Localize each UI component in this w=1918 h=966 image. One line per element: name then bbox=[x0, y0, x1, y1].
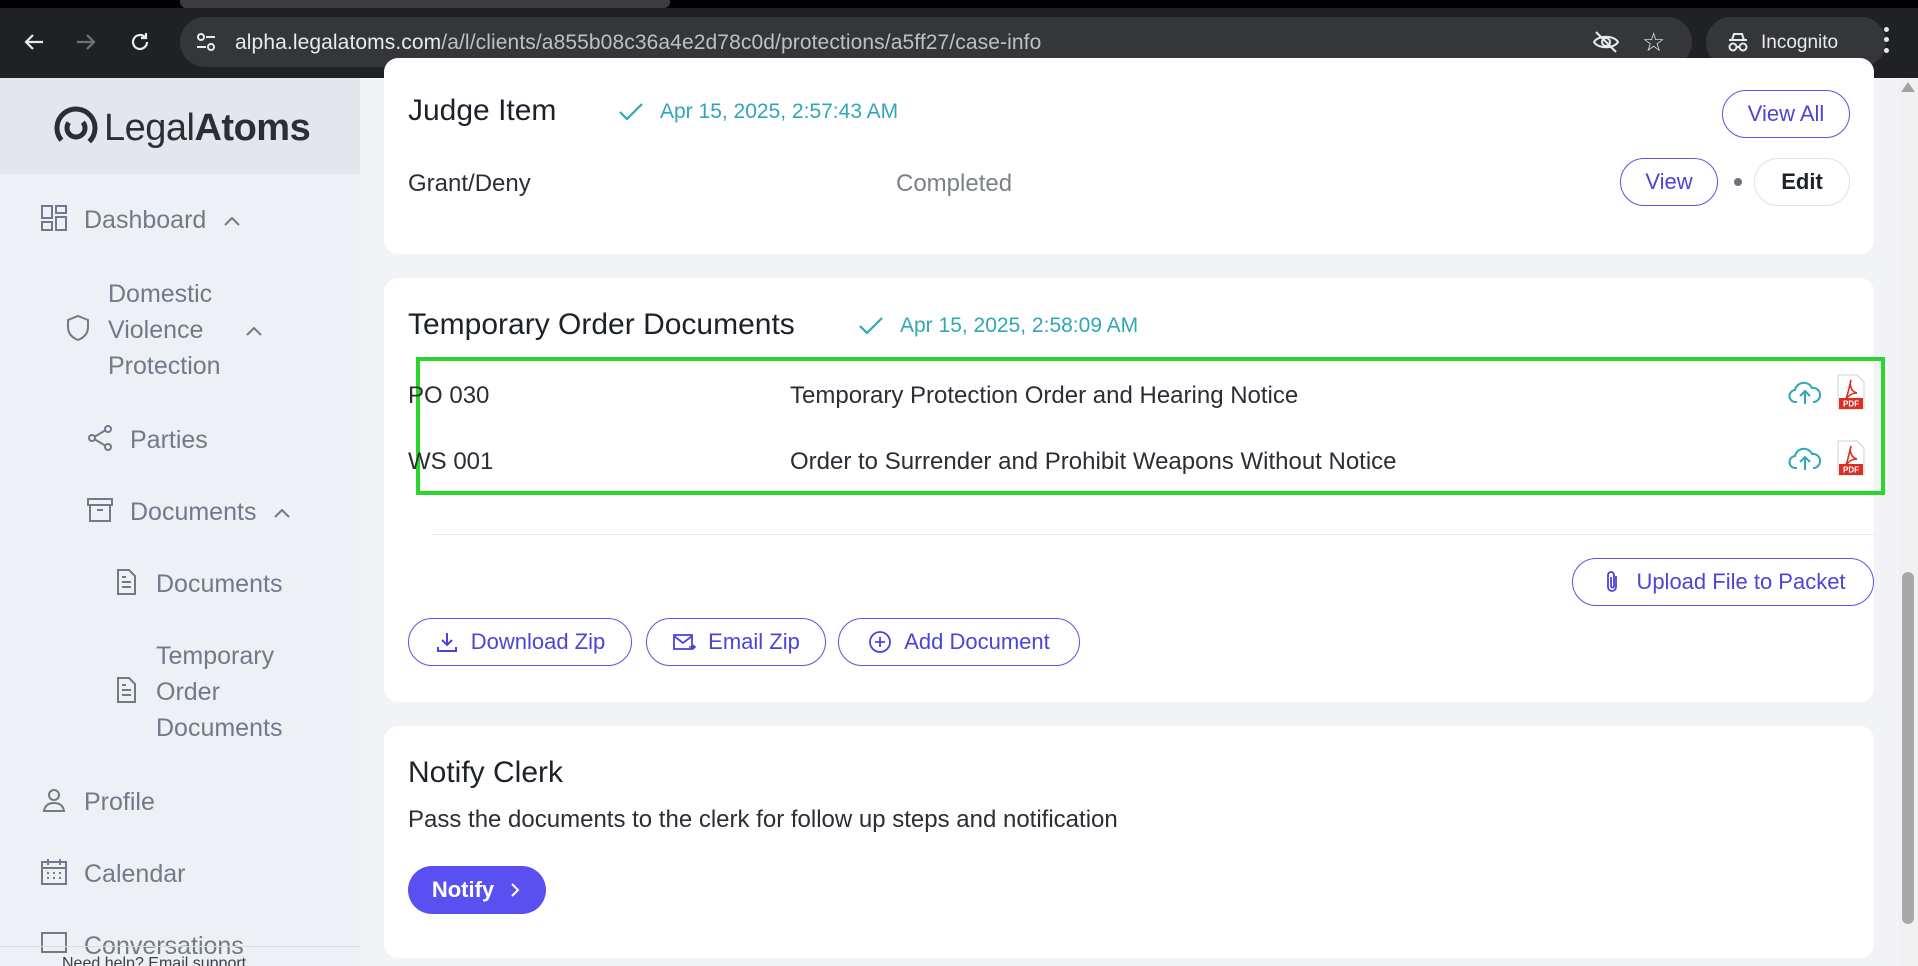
url-path: /a/l/clients/a855b08c36a4e2d78c0d/protec… bbox=[441, 31, 1042, 54]
pdf-badge: PDF bbox=[1843, 400, 1859, 409]
sidebar-item-label: Dashboard bbox=[84, 206, 207, 234]
logo-area: LegalAtoms bbox=[0, 78, 360, 174]
sidebar-item-temporary-order-documents[interactable]: Temporary Order Documents bbox=[112, 638, 296, 746]
pdf-icon[interactable]: PDF bbox=[1836, 440, 1866, 476]
document-actions: PDF bbox=[1788, 374, 1866, 410]
upload-file-to-packet-button[interactable]: Upload File to Packet bbox=[1572, 558, 1874, 606]
sidebar-item-label: Domestic Violence Protection bbox=[108, 280, 221, 380]
sidebar-item-documents[interactable]: Documents bbox=[86, 494, 292, 530]
chevron-up-icon[interactable] bbox=[222, 214, 242, 228]
document-icon bbox=[117, 569, 136, 595]
upload-label: Upload File to Packet bbox=[1636, 569, 1846, 594]
temporary-order-title: Temporary Order Documents bbox=[408, 308, 795, 341]
scrollbar-thumb[interactable] bbox=[1902, 572, 1914, 924]
check-icon bbox=[859, 317, 883, 335]
tracking-protection-icon[interactable] bbox=[1592, 29, 1620, 55]
url-text[interactable]: alpha.legalatoms.com/a/l/clients/a855b08… bbox=[235, 31, 1041, 55]
logo-word-legal: Legal bbox=[104, 106, 195, 149]
chevron-right-icon bbox=[511, 883, 520, 897]
legalatoms-logo[interactable]: LegalAtoms bbox=[52, 104, 311, 152]
url-host: alpha.legalatoms.com bbox=[235, 31, 442, 54]
reload-icon[interactable] bbox=[124, 26, 156, 58]
sidebar-item-dashboard[interactable]: Dashboard bbox=[40, 202, 242, 238]
chevron-up-icon[interactable] bbox=[272, 506, 292, 520]
shield-icon bbox=[67, 314, 89, 342]
sidebar-item-domestic-violence-protection[interactable]: Domestic Violence Protection bbox=[64, 276, 264, 384]
check-icon bbox=[619, 103, 643, 121]
timestamp-text: Apr 15, 2025, 2:58:09 AM bbox=[900, 314, 1139, 337]
view-all-button[interactable]: View All bbox=[1722, 90, 1850, 138]
document-code: WS 001 bbox=[408, 448, 494, 475]
notify-clerk-title: Notify Clerk bbox=[408, 756, 564, 789]
sidebar-item-label: Temporary Order Documents bbox=[156, 642, 283, 742]
timestamp-text: Apr 15, 2025, 2:57:43 AM bbox=[660, 100, 899, 123]
cloud-upload-icon[interactable] bbox=[1788, 378, 1822, 406]
judge-row-status: Completed bbox=[896, 170, 1013, 197]
calendar-icon bbox=[41, 859, 67, 885]
tab-strip bbox=[0, 0, 1918, 8]
incognito-icon bbox=[1728, 33, 1748, 52]
back-icon[interactable] bbox=[18, 26, 50, 58]
sidebar-item-label: Calendar bbox=[84, 860, 186, 888]
forward-icon[interactable] bbox=[70, 26, 102, 58]
cloud-upload-icon[interactable] bbox=[1788, 444, 1822, 472]
pdf-badge: PDF bbox=[1843, 466, 1859, 475]
judge-item-title: Judge Item bbox=[408, 94, 557, 127]
logo-word-atoms: Atoms bbox=[194, 106, 311, 149]
sidebar-item-label: Documents bbox=[130, 498, 257, 526]
add-document-label: Add Document bbox=[904, 629, 1050, 654]
sidebar-item-calendar[interactable]: Calendar bbox=[40, 856, 185, 892]
main-content: Judge Item Apr 15, 2025, 2:57:43 AM View… bbox=[360, 58, 1898, 966]
chevron-up-icon[interactable] bbox=[244, 324, 264, 338]
judge-item-timestamp: Apr 15, 2025, 2:57:43 AM bbox=[618, 100, 898, 124]
person-icon bbox=[42, 789, 66, 812]
divider bbox=[432, 534, 1874, 535]
download-zip-button[interactable]: Download Zip bbox=[408, 618, 632, 666]
site-info-icon[interactable] bbox=[194, 30, 218, 54]
sidebar-item-documents-sub[interactable]: Documents bbox=[112, 566, 282, 602]
judge-row-name: Grant/Deny bbox=[408, 170, 531, 197]
pdf-icon[interactable]: PDF bbox=[1836, 374, 1866, 410]
notify-clerk-card: Notify Clerk Pass the documents to the c… bbox=[384, 726, 1874, 958]
sidebar-footer[interactable]: Need help? Email support bbox=[0, 946, 360, 966]
document-icon bbox=[117, 677, 136, 703]
download-icon bbox=[436, 633, 457, 652]
document-code: PO 030 bbox=[408, 382, 490, 409]
plus-circle-icon bbox=[869, 631, 892, 653]
download-zip-label: Download Zip bbox=[470, 629, 606, 654]
archive-icon bbox=[87, 498, 113, 522]
active-tab[interactable] bbox=[180, 0, 670, 8]
dashboard-icon bbox=[41, 205, 67, 231]
sidebar-item-profile[interactable]: Profile bbox=[40, 784, 155, 820]
view-button[interactable]: View bbox=[1620, 158, 1718, 206]
notify-label: Notify bbox=[431, 877, 495, 902]
add-document-button[interactable]: Add Document bbox=[838, 618, 1080, 666]
browser-menu-icon[interactable] bbox=[1878, 24, 1894, 56]
email-icon bbox=[673, 634, 697, 650]
bookmark-star-icon[interactable]: ☆ bbox=[1642, 28, 1665, 56]
document-actions: PDF bbox=[1788, 440, 1866, 476]
email-zip-label: Email Zip bbox=[708, 629, 800, 654]
sidebar-item-label: Profile bbox=[84, 788, 155, 816]
incognito-label: Incognito bbox=[1761, 32, 1839, 53]
notify-clerk-description: Pass the documents to the clerk for foll… bbox=[408, 806, 1118, 833]
notify-button[interactable]: Notify bbox=[408, 866, 546, 914]
sidebar-item-label: Parties bbox=[130, 426, 208, 454]
temporary-order-timestamp: Apr 15, 2025, 2:58:09 AM bbox=[858, 314, 1138, 338]
share-icon bbox=[88, 425, 112, 451]
logo-mark-icon bbox=[54, 106, 98, 150]
sidebar: LegalAtoms Dashboard Domestic Violence P… bbox=[0, 78, 360, 966]
sidebar-item-label: Documents bbox=[156, 570, 283, 598]
sidebar-item-parties[interactable]: Parties bbox=[86, 422, 208, 458]
document-name[interactable]: Temporary Protection Order and Hearing N… bbox=[790, 382, 1298, 410]
document-name[interactable]: Order to Surrender and Prohibit Weapons … bbox=[790, 448, 1397, 476]
separator-dot bbox=[1734, 178, 1742, 186]
edit-button[interactable]: Edit bbox=[1754, 158, 1850, 206]
logo-wordmark: LegalAtoms bbox=[104, 106, 311, 150]
paperclip-icon bbox=[1607, 571, 1618, 592]
judge-item-card: Judge Item Apr 15, 2025, 2:57:43 AM View… bbox=[384, 58, 1874, 254]
email-zip-button[interactable]: Email Zip bbox=[646, 618, 826, 666]
scroll-up-arrow-icon[interactable] bbox=[1901, 82, 1915, 92]
temporary-order-documents-card: Temporary Order Documents Apr 15, 2025, … bbox=[384, 278, 1885, 702]
